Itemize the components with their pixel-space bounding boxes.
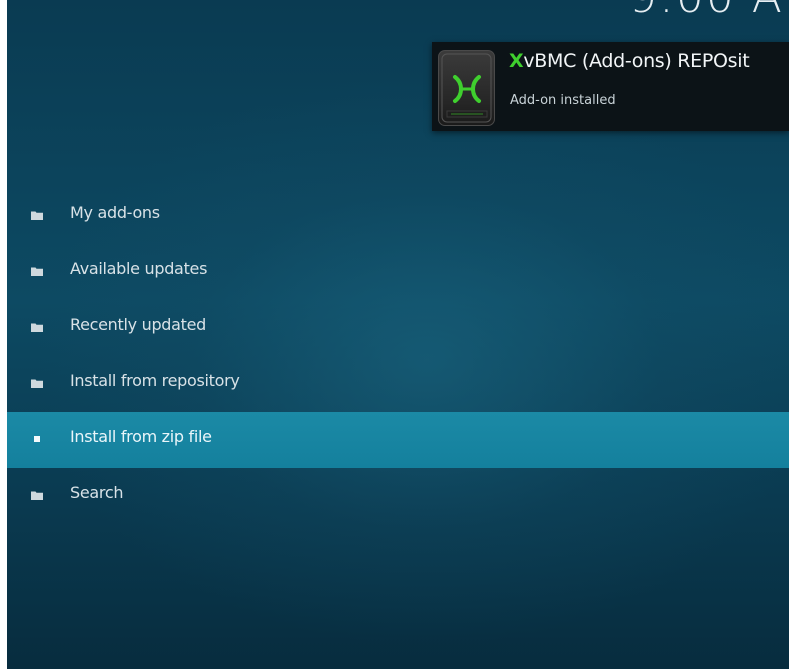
folder-icon bbox=[31, 491, 43, 500]
menu-item-install-from-repository[interactable]: Install from repository bbox=[7, 356, 789, 412]
xvbmc-logo-icon bbox=[438, 50, 495, 126]
addon-browser-screen: 9:00 AM XvBMC (Add-ons) REPOsit Add-on i… bbox=[7, 0, 789, 669]
menu-item-label: Search bbox=[70, 483, 124, 502]
menu-item-label: Install from zip file bbox=[70, 427, 212, 446]
notification-title-accent: X bbox=[509, 50, 524, 72]
menu-item-label: Available updates bbox=[70, 259, 208, 278]
menu-item-search[interactable]: Search bbox=[7, 468, 789, 524]
menu-item-install-from-zip-file[interactable]: Install from zip file bbox=[7, 412, 789, 468]
notification-subtitle: Add-on installed bbox=[510, 93, 616, 108]
menu-item-my-addons[interactable]: My add-ons bbox=[7, 188, 789, 244]
menu-item-available-updates[interactable]: Available updates bbox=[7, 244, 789, 300]
menu-item-label: Install from repository bbox=[70, 371, 240, 390]
menu-item-recently-updated[interactable]: Recently updated bbox=[7, 300, 789, 356]
clock: 9:00 AM bbox=[629, 0, 789, 23]
folder-icon bbox=[31, 323, 43, 332]
notification-title: XvBMC (Add-ons) REPOsit bbox=[509, 50, 750, 72]
menu-item-label: My add-ons bbox=[70, 203, 160, 222]
folder-icon bbox=[31, 211, 43, 220]
notification-title-text: vBMC (Add-ons) REPOsit bbox=[523, 50, 750, 72]
menu-item-label: Recently updated bbox=[70, 315, 207, 334]
addon-menu: My add-ons Available updates Recently up… bbox=[7, 188, 789, 524]
folder-icon bbox=[31, 267, 43, 276]
square-bullet-icon bbox=[34, 436, 40, 442]
folder-icon bbox=[31, 379, 43, 388]
addon-installed-notification: XvBMC (Add-ons) REPOsit Add-on installed bbox=[432, 42, 789, 131]
